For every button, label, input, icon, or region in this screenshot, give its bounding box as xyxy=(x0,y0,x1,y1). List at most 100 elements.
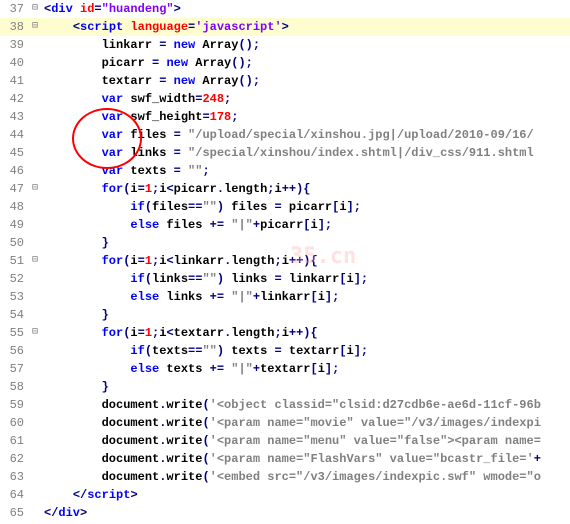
line-number: 56 xyxy=(0,342,28,360)
code-line[interactable]: 51⊟ for(i=1;i<linkarr.length;i++){ xyxy=(0,252,570,270)
fold-icon[interactable]: ⊟ xyxy=(28,0,42,18)
fold-icon[interactable]: ⊟ xyxy=(28,324,42,342)
code-content[interactable]: if(texts=="") texts = textarr[i]; xyxy=(42,342,368,360)
code-line[interactable]: 61 document.write('<param name="menu" va… xyxy=(0,432,570,450)
token: linkarr xyxy=(260,290,310,304)
token: . xyxy=(217,182,224,196)
token: = xyxy=(152,56,166,70)
code-line[interactable]: 55⊟ for(i=1;i<textarr.length;i++){ xyxy=(0,324,570,342)
token: document xyxy=(102,434,160,448)
code-content[interactable]: textarr = new Array(); xyxy=(42,72,260,90)
code-line[interactable]: 37⊟<div id="huandeng"> xyxy=(0,0,570,18)
code-content[interactable]: var texts = ""; xyxy=(42,162,210,180)
code-line[interactable]: 42 var swf_width=248; xyxy=(0,90,570,108)
token: ]; xyxy=(318,218,332,232)
token: ( xyxy=(202,452,209,466)
token: = xyxy=(202,110,209,124)
code-line[interactable]: 62 document.write('<param name="FlashVar… xyxy=(0,450,570,468)
code-line[interactable]: 41 textarr = new Array(); xyxy=(0,72,570,90)
code-line[interactable]: 46 var texts = ""; xyxy=(0,162,570,180)
token: linkarr xyxy=(102,38,160,52)
code-content[interactable]: if(files=="") files = picarr[i]; xyxy=(42,198,361,216)
code-content[interactable]: var swf_width=248; xyxy=(42,90,231,108)
code-line[interactable]: 64 </script> xyxy=(0,486,570,504)
code-content[interactable]: document.write('<param name="FlashVars" … xyxy=(42,450,541,468)
code-line[interactable]: 44 var files = "/upload/special/xinshou.… xyxy=(0,126,570,144)
code-content[interactable]: <div id="huandeng"> xyxy=(42,0,181,18)
line-number: 39 xyxy=(0,36,28,54)
code-content[interactable]: if(links=="") links = linkarr[i]; xyxy=(42,270,368,288)
code-line[interactable]: 59 document.write('<object classid="clsi… xyxy=(0,396,570,414)
code-line[interactable]: 54 } xyxy=(0,306,570,324)
code-content[interactable]: document.write('<object classid="clsid:d… xyxy=(42,396,541,414)
token: var xyxy=(102,128,124,142)
line-number: 49 xyxy=(0,216,28,234)
code-line[interactable]: 52 if(links=="") links = linkarr[i]; xyxy=(0,270,570,288)
code-content[interactable]: </div> xyxy=(42,504,87,522)
code-content[interactable]: document.write('<param name="movie" valu… xyxy=(42,414,541,432)
code-line[interactable]: 43 var swf_height=178; xyxy=(0,108,570,126)
token: < xyxy=(166,326,173,340)
token: ( xyxy=(202,416,209,430)
code-line[interactable]: 63 document.write('<embed src="/v3/image… xyxy=(0,468,570,486)
token: ]; xyxy=(325,362,339,376)
token: picarr xyxy=(260,218,303,232)
code-line[interactable]: 47⊟ for(i=1;i<picarr.length;i++){ xyxy=(0,180,570,198)
code-content[interactable]: } xyxy=(42,378,109,396)
code-content[interactable]: } xyxy=(42,234,109,252)
code-line[interactable]: 48 if(files=="") files = picarr[i]; xyxy=(0,198,570,216)
fold-icon[interactable]: ⊟ xyxy=(28,18,42,36)
code-content[interactable]: var files = "/upload/special/xinshou.jpg… xyxy=(42,126,534,144)
code-line[interactable]: 58 } xyxy=(0,378,570,396)
code-content[interactable]: for(i=1;i<textarr.length;i++){ xyxy=(42,324,318,342)
fold-icon[interactable]: ⊟ xyxy=(28,252,42,270)
token: texts xyxy=(159,362,209,376)
code-line[interactable]: 50 } xyxy=(0,234,570,252)
code-content[interactable]: else links += "|"+linkarr[i]; xyxy=(42,288,339,306)
code-line[interactable]: 57 else texts += "|"+textarr[i]; xyxy=(0,360,570,378)
code-content[interactable]: else files += "|"+picarr[i]; xyxy=(42,216,332,234)
token: write xyxy=(166,416,202,430)
token: Array xyxy=(195,74,238,88)
token: [ xyxy=(339,272,346,286)
token: 'javascript' xyxy=(195,20,281,34)
code-line[interactable]: 65</div> xyxy=(0,504,570,522)
code-content[interactable]: for(i=1;i<linkarr.length;i++){ xyxy=(42,252,318,270)
token: "" xyxy=(202,272,216,286)
code-content[interactable]: </script> xyxy=(42,486,138,504)
code-line[interactable]: 39 linkarr = new Array(); xyxy=(0,36,570,54)
token: == xyxy=(188,272,202,286)
token: } xyxy=(102,236,109,250)
code-content[interactable]: var swf_height=178; xyxy=(42,108,238,126)
code-line[interactable]: 38⊟ <script language='javascript'> xyxy=(0,18,570,36)
token: length xyxy=(224,182,267,196)
code-content[interactable]: picarr = new Array(); xyxy=(42,54,253,72)
code-content[interactable]: for(i=1;i<picarr.length;i++){ xyxy=(42,180,311,198)
token: id xyxy=(80,2,94,16)
code-content[interactable]: <script language='javascript'> xyxy=(42,18,289,36)
code-content[interactable]: document.write('<embed src="/v3/images/i… xyxy=(42,468,541,486)
line-number: 57 xyxy=(0,360,28,378)
fold-icon[interactable]: ⊟ xyxy=(28,180,42,198)
token: if xyxy=(130,344,144,358)
code-content[interactable]: document.write('<param name="menu" value… xyxy=(42,432,541,450)
code-line[interactable]: 40 picarr = new Array(); xyxy=(0,54,570,72)
code-line[interactable]: 53 else links += "|"+linkarr[i]; xyxy=(0,288,570,306)
code-line[interactable]: 56 if(texts=="") texts = textarr[i]; xyxy=(0,342,570,360)
token: new xyxy=(166,56,188,70)
token: links xyxy=(123,146,173,160)
token: '<param name="movie" value="/v3/images/i… xyxy=(210,416,541,430)
code-content[interactable]: var links = "/special/xinshou/index.shtm… xyxy=(42,144,534,162)
code-content[interactable]: } xyxy=(42,306,109,324)
token: ; xyxy=(231,110,238,124)
code-line[interactable]: 45 var links = "/special/xinshou/index.s… xyxy=(0,144,570,162)
token: '<param name="menu" value="false"><param… xyxy=(210,434,541,448)
token: [ xyxy=(311,290,318,304)
token: 1 xyxy=(145,254,152,268)
code-line[interactable]: 49 else files += "|"+picarr[i]; xyxy=(0,216,570,234)
code-line[interactable]: 60 document.write('<param name="movie" v… xyxy=(0,414,570,432)
token: length xyxy=(231,326,274,340)
code-content[interactable]: linkarr = new Array(); xyxy=(42,36,260,54)
token: 1 xyxy=(145,182,152,196)
code-content[interactable]: else texts += "|"+textarr[i]; xyxy=(42,360,339,378)
